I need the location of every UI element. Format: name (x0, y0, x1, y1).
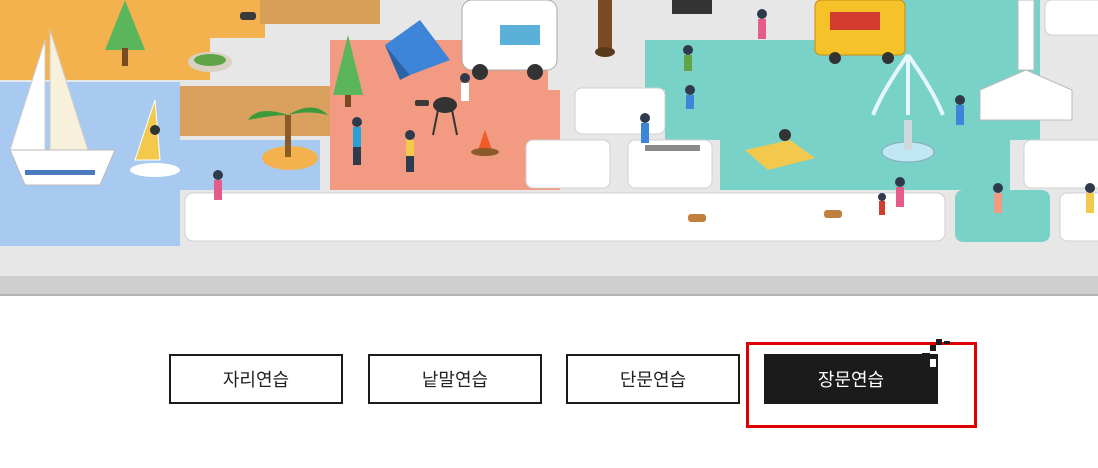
white-key-2 (525, 139, 611, 189)
white-key-6 (1044, 0, 1098, 36)
food-truck (814, 0, 906, 64)
keyboard-illustration-banner (0, 0, 1098, 298)
white-key-4 (1023, 139, 1098, 189)
tab-label: 단문연습 (619, 370, 687, 391)
field-key-brown (260, 0, 380, 24)
teal-key-small (955, 190, 1050, 242)
camper-van (461, 0, 558, 80)
tree-trunk (598, 0, 612, 52)
tab-word-practice[interactable]: 낱말연습 (368, 354, 542, 404)
tab-short-sentence-practice[interactable]: 단문연습 (566, 354, 740, 404)
flower-bed (188, 52, 232, 72)
tab-label: 낱말연습 (421, 370, 489, 391)
pixel-cursor-icon (922, 339, 950, 367)
tab-label: 자리연습 (222, 370, 290, 391)
tab-position-practice[interactable]: 자리연습 (169, 354, 343, 404)
keyboard-base-shadow (0, 276, 1098, 296)
white-key-1 (574, 87, 666, 135)
